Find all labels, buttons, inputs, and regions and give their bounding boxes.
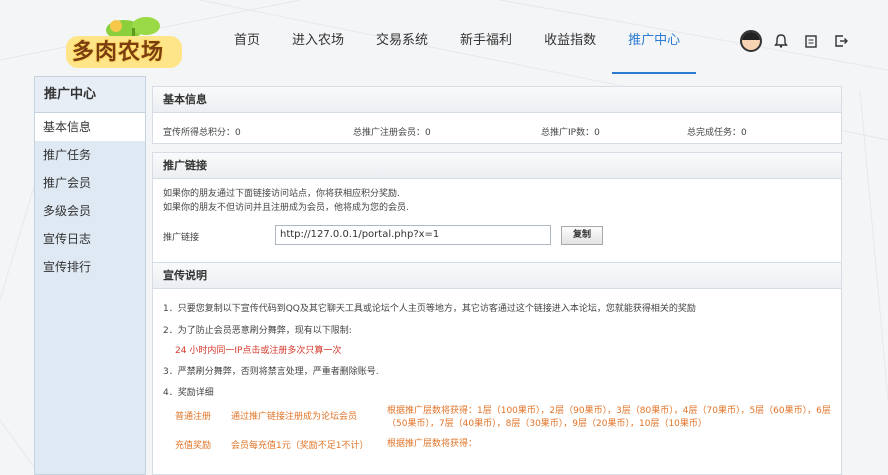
sidebar-item-basic-info[interactable]: 基本信息 bbox=[35, 113, 145, 141]
reward-detail-register: 根据推广层数将获得：1层（100果币），2层（90果币），3层（80果币），4层… bbox=[387, 406, 831, 429]
promo-note-2: 如果你的朋友不但访问并且注册成为会员，他将成为您的会员. bbox=[163, 203, 409, 213]
nav-home[interactable]: 首页 bbox=[218, 0, 276, 78]
main-nav: 首页 进入农场 交易系统 新手福利 收益指数 推广中心 bbox=[218, 0, 697, 78]
sidebar: 推广中心 基本信息 推广任务 推广会员 多级会员 宣传日志 宣传排行 bbox=[34, 76, 146, 475]
nav-income[interactable]: 收益指数 bbox=[528, 0, 612, 78]
sidebar-item-promo-log[interactable]: 宣传日志 bbox=[35, 225, 145, 253]
sidebar-title: 推广中心 bbox=[35, 77, 145, 113]
avatar[interactable] bbox=[740, 30, 762, 52]
reward-type-recharge: 充值奖励 bbox=[175, 441, 212, 451]
rule-3: 3．严禁刷分舞弊，否则将禁言处理，严重者删除账号. bbox=[163, 367, 379, 377]
sidebar-item-multilevel-members[interactable]: 多级会员 bbox=[35, 197, 145, 225]
stats-row: 宣传所得总积分：0 总推广注册会员：0 总推广IP数：0 总完成任务：0 bbox=[153, 113, 841, 143]
sidebar-item-promo-ranking[interactable]: 宣传排行 bbox=[35, 253, 145, 281]
user-toolbar bbox=[740, 30, 852, 52]
stat-registered-members: 总推广注册会员：0 bbox=[353, 128, 431, 138]
sidebar-item-promo-members[interactable]: 推广会员 bbox=[35, 169, 145, 197]
copy-button[interactable]: 复制 bbox=[561, 226, 603, 245]
promo-link-input[interactable]: http://127.0.0.1/portal.php?x=1 bbox=[275, 225, 551, 245]
reward-detail-recharge: 根据推广层数将获得： bbox=[387, 439, 478, 449]
reward-type-register: 普通注册 bbox=[175, 412, 212, 422]
site-logo[interactable]: 多肉农场 bbox=[62, 8, 192, 74]
sidebar-item-promo-tasks[interactable]: 推广任务 bbox=[35, 141, 145, 169]
promo-note-1: 如果你的朋友通过下面链接访问站点，你将获相应积分奖励. bbox=[163, 189, 400, 199]
stat-completed-tasks: 总完成任务：0 bbox=[687, 128, 747, 138]
rule-2: 2．为了防止会员恶意刷分舞弊，现有以下限制: bbox=[163, 326, 352, 336]
panel-title: 宣传说明 bbox=[153, 263, 841, 289]
bell-icon[interactable] bbox=[770, 30, 792, 52]
logo-text: 多肉农场 bbox=[72, 40, 165, 65]
content-area: 基本信息 宣传所得总积分：0 总推广注册会员：0 总推广IP数：0 总完成任务：… bbox=[152, 76, 854, 475]
stat-total-points: 宣传所得总积分：0 bbox=[163, 128, 241, 138]
promo-description-panel: 宣传说明 1．只要您复制以下宣传代码到QQ及其它聊天工具或论坛个人主页等地方，其… bbox=[152, 262, 842, 475]
nav-promo-center[interactable]: 推广中心 bbox=[612, 0, 697, 78]
panel-title: 推广链接 bbox=[153, 153, 841, 179]
main-area: 推广中心 基本信息 推广任务 推广会员 多级会员 宣传日志 宣传排行 基本信息 … bbox=[34, 76, 854, 475]
rule-1: 1．只要您复制以下宣传代码到QQ及其它聊天工具或论坛个人主页等地方，其它访客通过… bbox=[163, 304, 696, 314]
panel-title: 基本信息 bbox=[153, 87, 841, 113]
reward-condition-register: 通过推广链接注册成为论坛会员 bbox=[231, 412, 358, 422]
clipboard-icon[interactable] bbox=[800, 30, 822, 52]
stat-ip-count: 总推广IP数：0 bbox=[541, 128, 600, 138]
nav-trade[interactable]: 交易系统 bbox=[360, 0, 444, 78]
nav-farm[interactable]: 进入农场 bbox=[276, 0, 360, 78]
rule-2-limit: 24 小时内同一IP点击或注册多次只算一次 bbox=[175, 346, 342, 356]
top-header: 多肉农场 首页 进入农场 交易系统 新手福利 收益指数 推广中心 bbox=[0, 0, 888, 78]
reward-condition-recharge: 会员每充值1元（奖励不足1不计） bbox=[231, 441, 369, 451]
promo-link-label: 推广链接 bbox=[163, 233, 200, 243]
promo-link-row: 推广链接 http://127.0.0.1/portal.php?x=1 复制 bbox=[163, 225, 763, 247]
logout-icon[interactable] bbox=[830, 30, 852, 52]
rule-4: 4．奖励详细 bbox=[163, 388, 214, 398]
basic-info-panel: 基本信息 宣传所得总积分：0 总推广注册会员：0 总推广IP数：0 总完成任务：… bbox=[152, 86, 842, 144]
nav-newbie[interactable]: 新手福利 bbox=[444, 0, 528, 78]
